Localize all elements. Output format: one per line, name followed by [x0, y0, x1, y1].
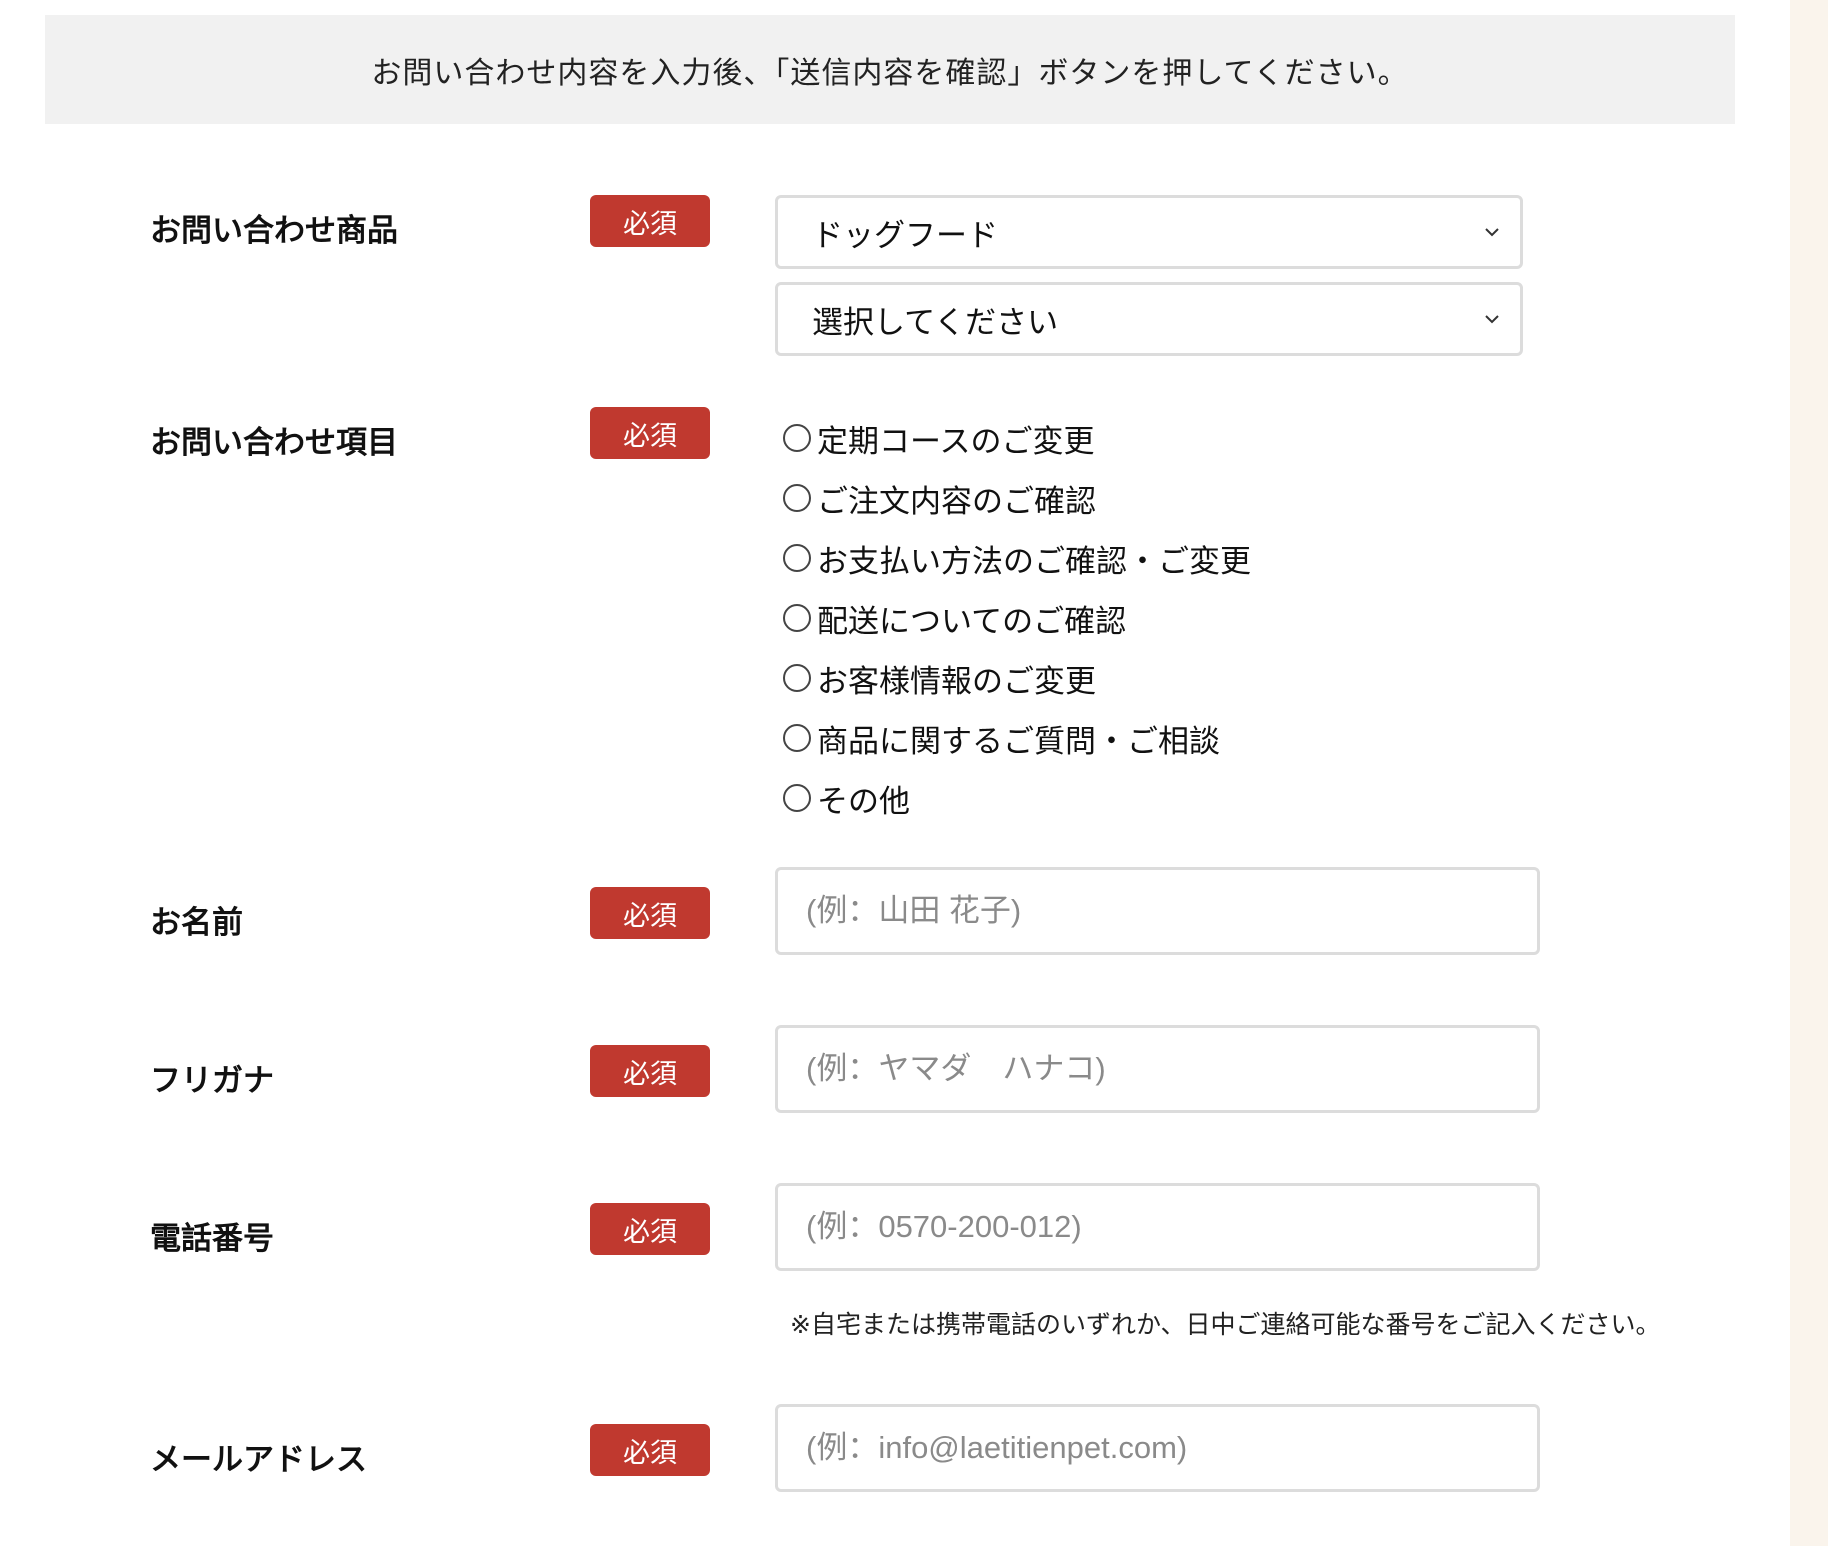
product-label: お問い合わせ商品 [150, 213, 398, 249]
radio-option-other[interactable]: その他 [783, 768, 1251, 828]
radio-option-label: お支払い方法のご確認・ご変更 [817, 543, 1251, 580]
radio-option-label: 配送についてのご確認 [817, 603, 1127, 640]
phone-note: ※自宅または携帯電話のいずれか、日中ご連絡可能な番号をご記入ください。 [790, 1310, 1661, 1339]
email-label: メールアドレス [150, 1442, 367, 1478]
radio-option-delivery[interactable]: 配送についてのご確認 [783, 588, 1251, 648]
radio-option-label: お客様情報のご変更 [817, 663, 1096, 700]
radio-button[interactable] [783, 664, 811, 692]
required-badge: 必須 [590, 1045, 710, 1097]
radio-option-product-question[interactable]: 商品に関するご質問・ご相談 [783, 708, 1251, 768]
required-badge: 必須 [590, 1203, 710, 1255]
required-badge: 必須 [590, 1424, 710, 1476]
required-badge: 必須 [590, 887, 710, 939]
side-background-strip [1790, 0, 1828, 1546]
radio-option-payment[interactable]: お支払い方法のご確認・ご変更 [783, 528, 1251, 588]
instruction-banner: お問い合わせ内容を入力後、「送信内容を確認」ボタンを押してください。 [45, 15, 1735, 124]
radio-button[interactable] [783, 604, 811, 632]
product-category-select[interactable]: ドッグフード [775, 195, 1523, 269]
name-input[interactable] [775, 867, 1540, 955]
email-input[interactable] [775, 1404, 1540, 1492]
name-label: お名前 [150, 905, 243, 941]
contact-form-page: お問い合わせ内容を入力後、「送信内容を確認」ボタンを押してください。 お問い合わ… [0, 0, 1828, 1546]
inquiry-type-label: お問い合わせ項目 [150, 425, 398, 461]
radio-option-label: その他 [817, 783, 910, 820]
radio-option-label: 定期コースのご変更 [817, 423, 1095, 460]
radio-option-label: ご注文内容のご確認 [817, 483, 1096, 520]
radio-option-subscription-change[interactable]: 定期コースのご変更 [783, 408, 1251, 468]
radio-option-order-confirmation[interactable]: ご注文内容のご確認 [783, 468, 1251, 528]
product-category-value: ドッグフード [812, 217, 998, 254]
radio-button[interactable] [783, 424, 811, 452]
inquiry-type-radio-group: 定期コースのご変更 ご注文内容のご確認 お支払い方法のご確認・ご変更 配送につい… [783, 408, 1251, 828]
product-item-value: 選択してください [812, 304, 1059, 341]
furigana-label: フリガナ [150, 1063, 274, 1099]
furigana-input[interactable] [775, 1025, 1540, 1113]
chevron-down-icon [1485, 315, 1499, 324]
required-badge: 必須 [590, 195, 710, 247]
phone-label: 電話番号 [150, 1221, 274, 1257]
phone-input[interactable] [775, 1183, 1540, 1271]
radio-button[interactable] [783, 484, 811, 512]
required-badge: 必須 [590, 407, 710, 459]
radio-button[interactable] [783, 724, 811, 752]
radio-button[interactable] [783, 544, 811, 572]
radio-button[interactable] [783, 784, 811, 812]
product-item-select[interactable]: 選択してください [775, 282, 1523, 356]
chevron-down-icon [1485, 228, 1499, 237]
radio-option-customer-info[interactable]: お客様情報のご変更 [783, 648, 1251, 708]
radio-option-label: 商品に関するご質問・ご相談 [817, 723, 1220, 760]
